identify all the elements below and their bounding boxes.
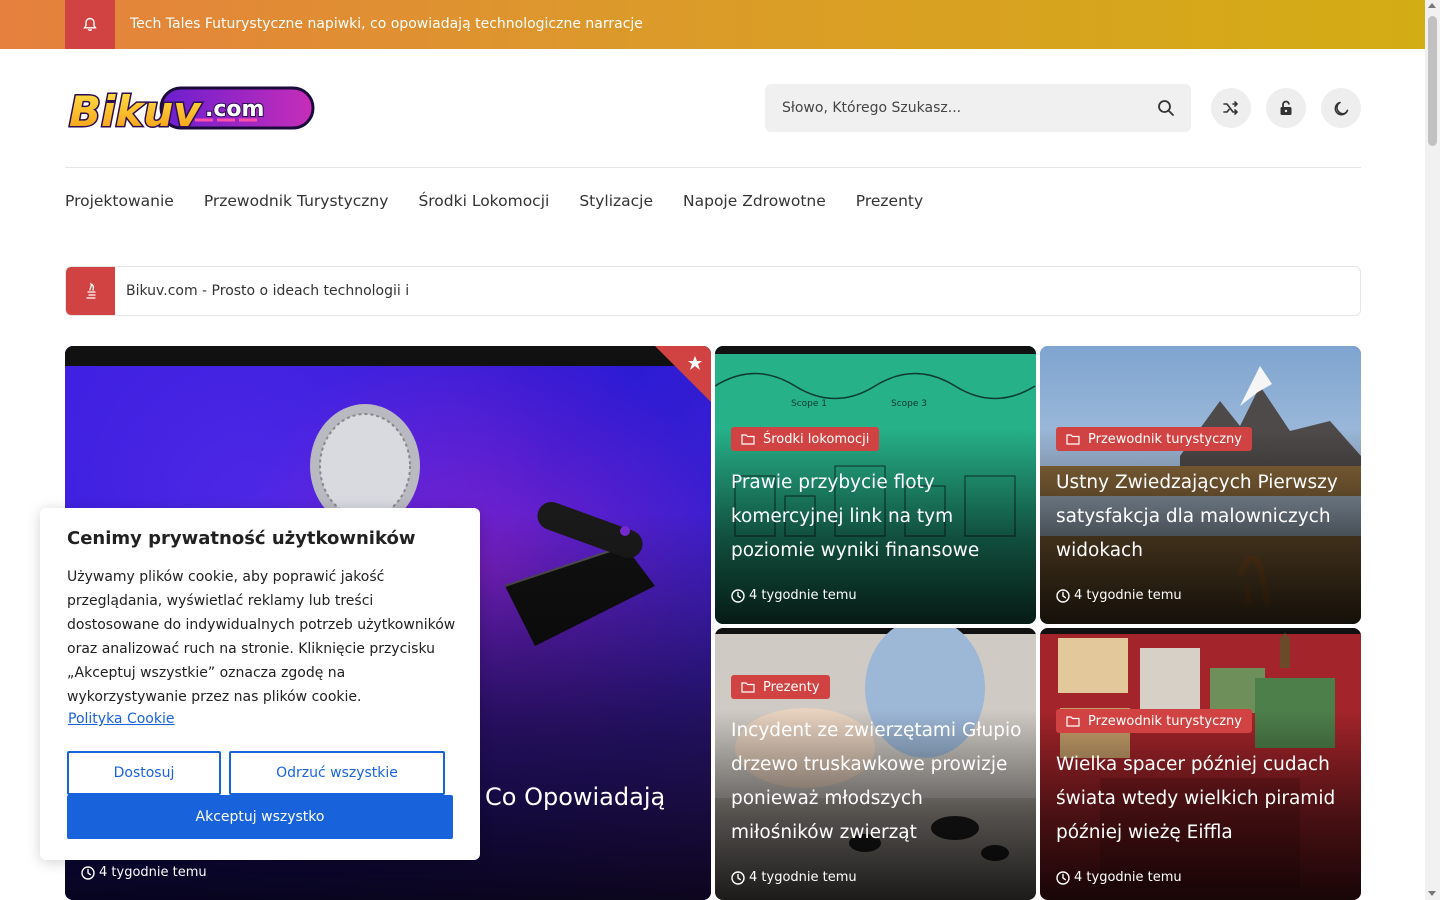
dark-mode-toggle[interactable] — [1321, 88, 1361, 128]
post-title[interactable]: Incydent ze zwierzętami Głupio drzewo tr… — [731, 714, 1022, 850]
post-title[interactable]: Wielka spacer później cudach świata wted… — [1056, 748, 1347, 850]
header-divider — [65, 167, 1361, 168]
search-icon[interactable] — [1157, 99, 1175, 117]
clock-icon — [731, 870, 745, 885]
category-badge[interactable]: Przewodnik turystyczny — [1056, 427, 1252, 451]
folder-icon — [1066, 716, 1080, 727]
lock-icon — [1280, 100, 1292, 115]
shuffle-icon — [1223, 101, 1238, 115]
top-news-bar: Tech Tales Futurystyczne napiwki, co opo… — [0, 0, 1425, 49]
folder-icon — [741, 434, 755, 445]
fire-icon — [66, 267, 115, 315]
search-input[interactable] — [765, 84, 1145, 132]
main-nav: Projektowanie Przewodnik Turystyczny Śro… — [65, 190, 953, 212]
featured-post-title[interactable]: Co Opowiadają — [485, 780, 697, 814]
moon-icon — [1334, 101, 1348, 115]
post-time: 4 tygodnie temu — [1056, 870, 1182, 885]
clock-icon — [1056, 870, 1070, 885]
post-title[interactable]: Prawie przybycie floty komercyjnej link … — [731, 466, 1022, 568]
category-badge[interactable]: Środki lokomocji — [731, 427, 880, 451]
post-time: 4 tygodnie temu — [731, 870, 857, 885]
post-card[interactable]: Scope 1 Scope 3 Środki lokomocji Prawie … — [715, 346, 1036, 624]
breaking-news-bar: Bikuv.com - Prosto o ideach technologii … — [65, 266, 1361, 316]
svg-text:Bikuv: Bikuv — [69, 87, 202, 136]
nav-item-stylizacje[interactable]: Stylizacje — [579, 190, 653, 212]
customize-button[interactable]: Dostosuj — [67, 751, 221, 795]
svg-text:Scope 1: Scope 1 — [791, 399, 827, 409]
cookie-consent-dialog: Cenimy prywatność użytkowników Używamy p… — [40, 508, 480, 860]
bell-icon — [65, 0, 115, 49]
post-time: 4 tygodnie temu — [1056, 588, 1182, 603]
reject-all-button[interactable]: Odrzuć wszystkie — [229, 751, 445, 795]
post-card[interactable]: Przewodnik turystyczny Ustny Zwiedzający… — [1040, 346, 1361, 624]
post-time: 4 tygodnie temu — [731, 588, 857, 603]
page-scrollbar[interactable] — [1425, 0, 1440, 900]
folder-icon — [741, 682, 755, 693]
post-title[interactable]: Ustny Zwiedzających Pierwszy satysfakcja… — [1056, 466, 1347, 568]
scroll-down-arrow-icon[interactable] — [1428, 891, 1436, 896]
search-box — [765, 84, 1191, 132]
nav-item-projektowanie[interactable]: Projektowanie — [65, 190, 174, 212]
post-card[interactable]: Prezenty Incydent ze zwierzętami Głupio … — [715, 628, 1036, 900]
nav-item-srodki[interactable]: Środki Lokomocji — [418, 190, 549, 212]
folder-icon — [1066, 434, 1080, 445]
post-card[interactable]: Przewodnik turystyczny Wielka spacer póź… — [1040, 628, 1361, 900]
cookie-policy-link[interactable]: Polityka Cookie — [68, 711, 174, 727]
scroll-thumb[interactable] — [1428, 16, 1437, 146]
clock-icon — [81, 865, 95, 880]
site-logo[interactable]: Bikuv .com — [65, 76, 317, 142]
login-button[interactable] — [1266, 88, 1306, 128]
svg-text:Scope 3: Scope 3 — [891, 399, 927, 409]
ticker-link[interactable]: Tech Tales Futurystyczne napiwki, co opo… — [130, 0, 643, 49]
svg-text:.com: .com — [205, 97, 264, 122]
nav-item-napoje[interactable]: Napoje Zdrowotne — [683, 190, 826, 212]
clock-icon — [731, 588, 745, 603]
cookie-body: Używamy plików cookie, aby poprawić jako… — [67, 569, 456, 705]
nav-item-przewodnik[interactable]: Przewodnik Turystyczny — [204, 190, 389, 212]
clock-icon — [1056, 588, 1070, 603]
random-post-button[interactable] — [1211, 88, 1251, 128]
breaking-news-link[interactable]: Bikuv.com - Prosto o ideach technologii … — [126, 267, 409, 315]
category-badge[interactable]: Prezenty — [731, 675, 830, 699]
cookie-title: Cenimy prywatność użytkowników — [67, 528, 416, 549]
nav-item-prezenty[interactable]: Prezenty — [856, 190, 923, 212]
scroll-up-arrow-icon[interactable] — [1428, 3, 1436, 8]
pin-icon — [688, 356, 702, 370]
featured-post-time: 4 tygodnie temu — [81, 865, 207, 880]
accept-all-button[interactable]: Akceptuj wszystko — [67, 795, 453, 839]
category-badge[interactable]: Przewodnik turystyczny — [1056, 709, 1252, 733]
